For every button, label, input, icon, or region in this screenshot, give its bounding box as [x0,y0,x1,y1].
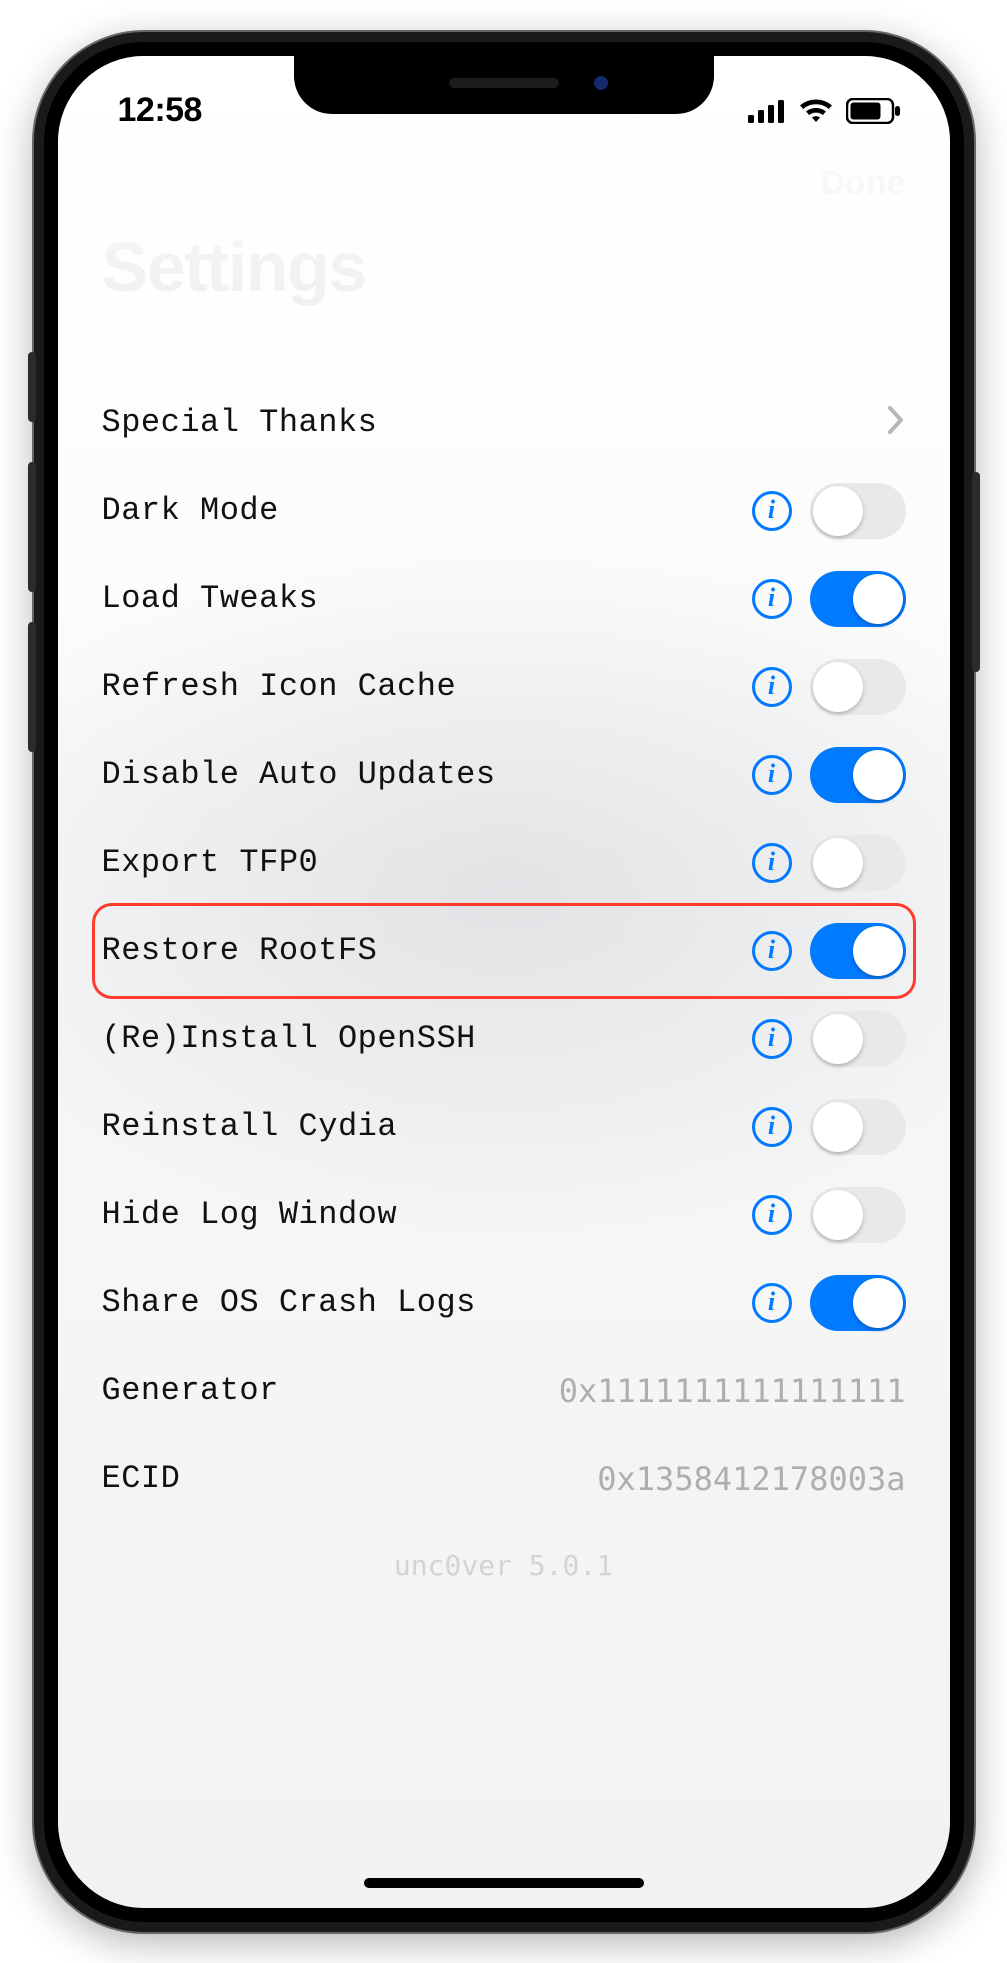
side-button [972,472,980,672]
app-version: unc0ver 5.0.1 [58,1523,950,1582]
toggle-dark-mode[interactable] [810,483,906,539]
row-value: 0x1358412178003a [597,1460,905,1498]
info-icon[interactable]: i [752,667,792,707]
row-reinstall-openssh: (Re)Install OpenSSH i [58,995,950,1083]
toggle-hide-log-window[interactable] [810,1187,906,1243]
row-label: Share OS Crash Logs [102,1284,476,1321]
row-special-thanks[interactable]: Special Thanks [58,379,950,467]
status-time: 12:58 [118,91,202,130]
toggle-reinstall-openssh[interactable] [810,1011,906,1067]
toggle-disable-auto-updates[interactable] [810,747,906,803]
info-icon[interactable]: i [752,579,792,619]
page-title: Settings [102,227,906,307]
phone-frame: 12:58 [34,32,974,1932]
row-refresh-icon-cache: Refresh Icon Cache i [58,643,950,731]
chevron-right-icon [886,405,906,440]
row-label: Generator [102,1372,279,1409]
toggle-share-os-crash-logs[interactable] [810,1275,906,1331]
mute-switch [28,352,36,422]
notch [294,56,714,114]
row-export-tfp0: Export TFP0 i [58,819,950,907]
battery-icon [846,98,902,124]
screen: 12:58 [58,56,950,1908]
info-icon[interactable]: i [752,1019,792,1059]
toggle-load-tweaks[interactable] [810,571,906,627]
wifi-icon [798,98,834,124]
row-label: Disable Auto Updates [102,756,496,793]
info-icon[interactable]: i [752,1195,792,1235]
row-generator[interactable]: Generator 0x1111111111111111 [58,1347,950,1435]
row-label: Dark Mode [102,492,279,529]
volume-up-button [28,462,36,592]
info-icon[interactable]: i [752,1283,792,1323]
toggle-refresh-icon-cache[interactable] [810,659,906,715]
row-label: Export TFP0 [102,844,319,881]
row-restore-rootfs: Restore RootFS i [58,907,950,995]
row-hide-log-window: Hide Log Window i [58,1171,950,1259]
row-dark-mode: Dark Mode i [58,467,950,555]
row-label: Special Thanks [102,404,378,441]
row-label: Restore RootFS [102,932,378,969]
home-indicator[interactable] [364,1878,644,1888]
info-icon[interactable]: i [752,843,792,883]
row-label: Hide Log Window [102,1196,398,1233]
row-value: 0x1111111111111111 [559,1372,906,1410]
row-label: (Re)Install OpenSSH [102,1020,476,1057]
status-icons [748,98,902,124]
nav-bar: Done [58,146,950,213]
row-share-os-crash-logs: Share OS Crash Logs i [58,1259,950,1347]
settings-list: Special Thanks Dark Mode i [58,341,950,1582]
row-reinstall-cydia: Reinstall Cydia i [58,1083,950,1171]
done-button[interactable]: Done [821,164,906,203]
row-disable-auto-updates: Disable Auto Updates i [58,731,950,819]
toggle-reinstall-cydia[interactable] [810,1099,906,1155]
row-label: ECID [102,1460,181,1497]
row-ecid[interactable]: ECID 0x1358412178003a [58,1435,950,1523]
row-label: Load Tweaks [102,580,319,617]
info-icon[interactable]: i [752,755,792,795]
volume-down-button [28,622,36,752]
info-icon[interactable]: i [752,1107,792,1147]
cellular-icon [748,99,786,123]
info-icon[interactable]: i [752,491,792,531]
row-label: Refresh Icon Cache [102,668,457,705]
row-load-tweaks: Load Tweaks i [58,555,950,643]
info-icon[interactable]: i [752,931,792,971]
toggle-export-tfp0[interactable] [810,835,906,891]
toggle-restore-rootfs[interactable] [810,923,906,979]
row-label: Reinstall Cydia [102,1108,398,1145]
